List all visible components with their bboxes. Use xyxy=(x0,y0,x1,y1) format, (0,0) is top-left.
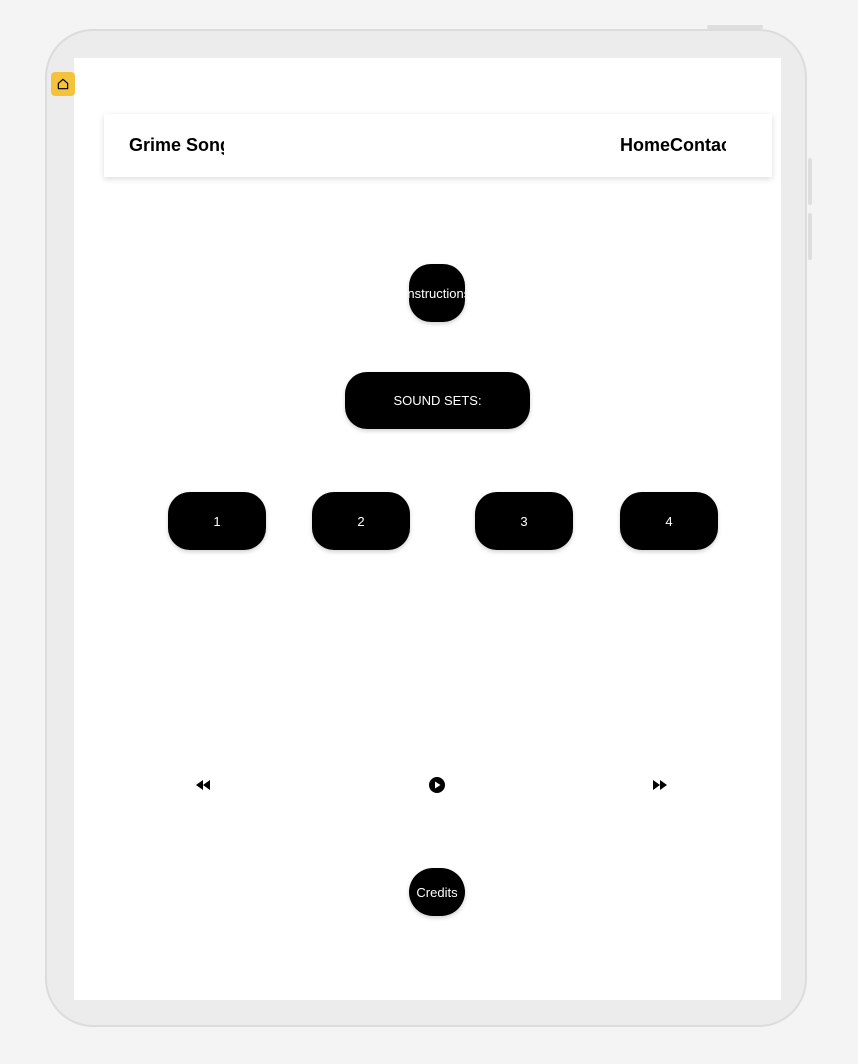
sound-sets-button[interactable]: SOUND SETS: xyxy=(345,372,530,429)
sound-set-4-button[interactable]: 4 xyxy=(620,492,718,550)
instructions-button[interactable]: Instructions xyxy=(409,264,465,322)
rewind-icon xyxy=(196,780,210,790)
credits-button[interactable]: Credits xyxy=(409,868,465,916)
tablet-top-button xyxy=(707,25,763,29)
top-navbar: Grime Song HomeContac xyxy=(104,114,772,177)
brand-title[interactable]: Grime Song xyxy=(129,135,224,156)
sound-set-2-button[interactable]: 2 xyxy=(312,492,410,550)
fast-forward-icon xyxy=(653,780,667,790)
play-button[interactable] xyxy=(428,776,446,794)
nav-links[interactable]: HomeContac xyxy=(620,135,726,156)
app-screen: Grime Song HomeContac Instructions SOUND… xyxy=(74,58,781,1000)
rewind-button[interactable] xyxy=(194,776,212,794)
sound-set-3-button[interactable]: 3 xyxy=(475,492,573,550)
sound-set-1-button[interactable]: 1 xyxy=(168,492,266,550)
fast-forward-button[interactable] xyxy=(651,776,669,794)
home-icon xyxy=(57,78,69,90)
play-icon xyxy=(429,777,445,793)
home-badge[interactable] xyxy=(51,72,75,96)
tablet-volume-up-button xyxy=(808,158,812,205)
tablet-volume-down-button xyxy=(808,213,812,260)
